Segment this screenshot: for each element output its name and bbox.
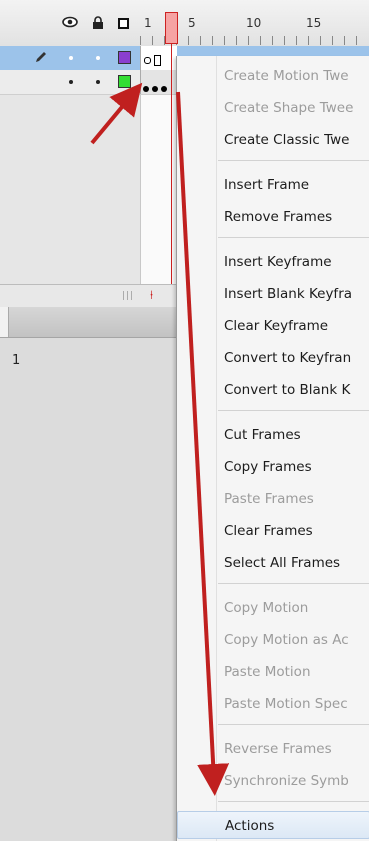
layer-outline-color-swatch[interactable] bbox=[118, 51, 131, 64]
menu-item-select-all-frames[interactable]: Select All Frames bbox=[177, 549, 369, 577]
keyframe[interactable] bbox=[143, 86, 149, 92]
timeline-header: 1 5 10 15 bbox=[0, 0, 369, 47]
menu-item-copy-motion-as-actionscript[interactable]: Copy Motion as Ac bbox=[177, 626, 369, 654]
ruler-number: 1 bbox=[144, 16, 152, 30]
menu-item-create-shape-tween[interactable]: Create Shape Twee bbox=[177, 94, 369, 122]
layer-outline-color-swatch[interactable] bbox=[118, 75, 131, 88]
panel-bar-edge bbox=[0, 307, 9, 337]
panel-value: 1 bbox=[12, 353, 21, 368]
menu-separator bbox=[218, 237, 369, 238]
outline-square-icon[interactable] bbox=[118, 18, 129, 29]
context-menu: Create Motion Twe Create Shape Twee Crea… bbox=[176, 56, 369, 841]
menu-item-insert-blank-keyframe[interactable]: Insert Blank Keyfra bbox=[177, 280, 369, 308]
ruler-tick bbox=[308, 36, 309, 45]
menu-item-paste-motion[interactable]: Paste Motion bbox=[177, 658, 369, 686]
menu-separator bbox=[218, 160, 369, 161]
panel-header-bar[interactable] bbox=[0, 307, 176, 338]
lock-icon[interactable] bbox=[92, 16, 104, 34]
ruler-tick bbox=[284, 36, 285, 45]
pencil-icon bbox=[34, 50, 48, 68]
frame-span-end[interactable] bbox=[154, 55, 161, 66]
empty-keyframe[interactable] bbox=[144, 57, 151, 64]
menu-separator bbox=[218, 410, 369, 411]
ruler-tick bbox=[332, 36, 333, 45]
menu-item-convert-to-blank-keyframes[interactable]: Convert to Blank K bbox=[177, 376, 369, 404]
lock-dot[interactable] bbox=[96, 56, 100, 60]
ruler-number: 15 bbox=[306, 16, 322, 30]
lower-panel bbox=[0, 338, 176, 841]
keyframe[interactable] bbox=[161, 86, 167, 92]
menu-item-paste-frames[interactable]: Paste Frames bbox=[177, 485, 369, 513]
ruler-tick bbox=[140, 36, 141, 45]
ruler-tick bbox=[344, 36, 345, 45]
menu-item-remove-frames[interactable]: Remove Frames bbox=[177, 203, 369, 231]
playhead-marker-icon: ⍿ bbox=[150, 288, 154, 302]
scroll-grip-icon[interactable]: ||| bbox=[122, 291, 134, 301]
timeline-scroll-row[interactable]: ||| ⍿ bbox=[0, 284, 176, 308]
menu-item-insert-keyframe[interactable]: Insert Keyframe bbox=[177, 248, 369, 276]
menu-item-clear-frames[interactable]: Clear Frames bbox=[177, 517, 369, 545]
ruler-tick bbox=[260, 36, 261, 45]
menu-item-synchronize-symbols[interactable]: Synchronize Symb bbox=[177, 767, 369, 795]
ruler-tick bbox=[212, 36, 213, 45]
menu-item-reverse-frames[interactable]: Reverse Frames bbox=[177, 735, 369, 763]
menu-item-create-classic-tween[interactable]: Create Classic Twe bbox=[177, 126, 369, 154]
ruler-tick bbox=[188, 36, 189, 45]
ruler-tick bbox=[236, 36, 237, 45]
ruler-number: 5 bbox=[188, 16, 196, 30]
playhead-line bbox=[171, 44, 172, 284]
ruler-tick bbox=[296, 36, 297, 45]
ruler-number: 10 bbox=[246, 16, 262, 30]
ruler-tick bbox=[272, 36, 273, 45]
keyframe[interactable] bbox=[152, 86, 158, 92]
lock-dot[interactable] bbox=[96, 80, 100, 84]
ruler-tick bbox=[248, 36, 249, 45]
menu-separator bbox=[218, 583, 369, 584]
menu-separator bbox=[218, 724, 369, 725]
menu-item-create-motion-tween[interactable]: Create Motion Twe bbox=[177, 62, 369, 90]
menu-item-insert-frame[interactable]: Insert Frame bbox=[177, 171, 369, 199]
visibility-dot[interactable] bbox=[69, 56, 73, 60]
menu-item-cut-frames[interactable]: Cut Frames bbox=[177, 421, 369, 449]
eye-icon[interactable] bbox=[62, 16, 78, 32]
menu-item-clear-keyframe[interactable]: Clear Keyframe bbox=[177, 312, 369, 340]
ruler-tick bbox=[152, 36, 153, 45]
menu-item-copy-frames[interactable]: Copy Frames bbox=[177, 453, 369, 481]
menu-item-actions[interactable]: Actions bbox=[177, 811, 369, 839]
menu-item-paste-motion-special[interactable]: Paste Motion Spec bbox=[177, 690, 369, 718]
menu-separator bbox=[218, 801, 369, 802]
playhead[interactable] bbox=[165, 12, 178, 44]
menu-item-copy-motion[interactable]: Copy Motion bbox=[177, 594, 369, 622]
visibility-dot[interactable] bbox=[69, 80, 73, 84]
ruler-tick bbox=[320, 36, 321, 45]
ruler-tick bbox=[356, 36, 357, 45]
ruler-tick bbox=[200, 36, 201, 45]
menu-item-convert-to-keyframes[interactable]: Convert to Keyfran bbox=[177, 344, 369, 372]
ruler-tick bbox=[224, 36, 225, 45]
